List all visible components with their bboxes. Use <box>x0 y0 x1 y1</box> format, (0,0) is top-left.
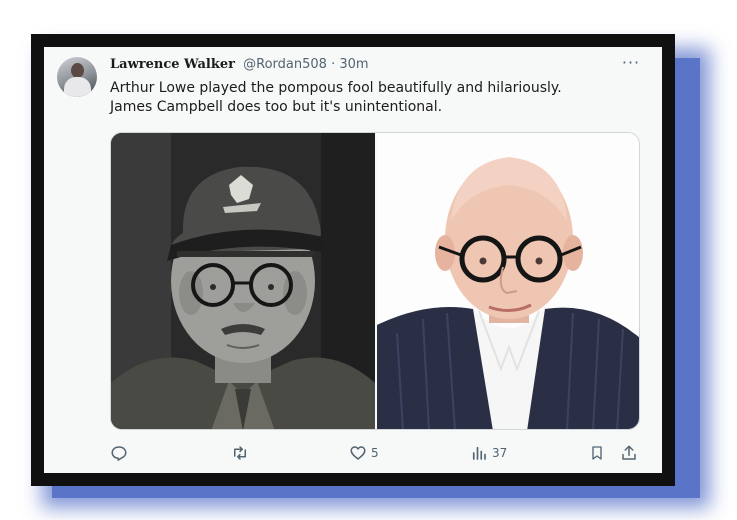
share-icon <box>622 445 636 460</box>
like-button[interactable]: 5 <box>349 443 379 463</box>
display-name[interactable]: Lawrence Walker <box>110 57 235 72</box>
post-header: Lawrence Walker @Rordan508 · 30m <box>110 57 369 77</box>
like-count: 5 <box>371 446 379 460</box>
separator-dot: · <box>331 57 336 72</box>
action-bar: 5 37 <box>110 443 642 463</box>
reply-button[interactable] <box>110 443 128 463</box>
photo-james-campbell[interactable] <box>377 133 639 429</box>
post-card[interactable]: Lawrence Walker @Rordan508 · 30m ··· Art… <box>44 47 662 473</box>
reply-icon <box>111 446 127 461</box>
views-count: 37 <box>492 446 508 460</box>
bookmark-button[interactable] <box>589 443 605 463</box>
photo-arthur-lowe[interactable] <box>111 133 375 429</box>
post-time[interactable]: 30m <box>339 57 368 72</box>
share-button[interactable] <box>620 443 638 463</box>
avatar-body <box>64 77 91 97</box>
avatar[interactable] <box>57 57 97 97</box>
photo-james-campbell-drawing <box>377 133 639 429</box>
avatar-head <box>71 63 84 78</box>
media-attachment[interactable] <box>110 132 640 430</box>
photo-arthur-lowe-drawing <box>111 133 375 429</box>
user-handle[interactable]: @Rordan508 <box>243 57 327 72</box>
repost-icon <box>234 446 246 460</box>
post-text: Arthur Lowe played the pompous fool beau… <box>110 79 630 117</box>
bookmark-icon <box>592 446 602 460</box>
views-icon <box>472 446 486 460</box>
post-text-line-2: James Campbell does too but it's uninten… <box>110 99 443 115</box>
post-text-line-1: Arthur Lowe played the pompous fool beau… <box>110 80 562 96</box>
heart-icon <box>350 446 366 460</box>
repost-button[interactable] <box>230 443 250 463</box>
more-icon[interactable]: ··· <box>620 53 642 73</box>
views-button[interactable]: 37 <box>470 443 507 463</box>
